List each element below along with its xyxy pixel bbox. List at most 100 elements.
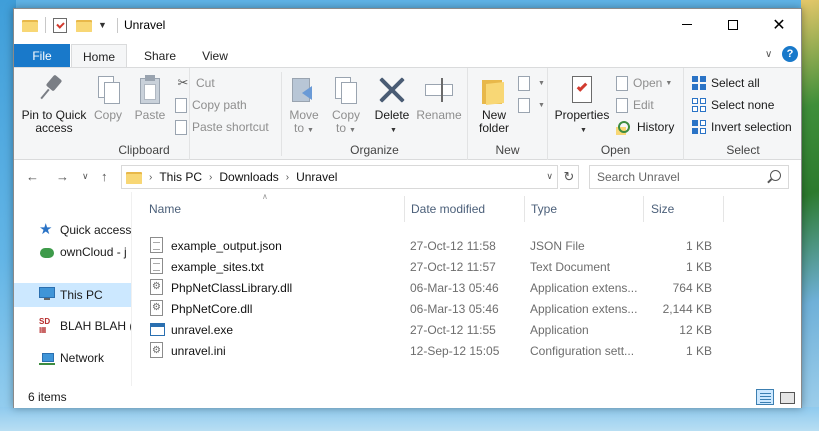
paste-shortcut-button[interactable]: Paste shortcut [175, 117, 269, 137]
column-separator[interactable] [404, 196, 405, 222]
up-arrow-icon[interactable]: ↑ [101, 169, 108, 184]
breadcrumb-unravel[interactable]: Unravel [296, 170, 337, 184]
explorer-window: ▼ Unravel ✕ File Home Share View ∨ ? Pin… [13, 8, 802, 408]
column-header-size[interactable]: Size [651, 202, 674, 216]
select-all-button[interactable]: Select all [692, 73, 760, 93]
network-icon [39, 350, 55, 366]
breadcrumb-chevron-icon[interactable]: › [149, 172, 152, 183]
column-header-date-modified[interactable]: Date modified [411, 202, 485, 216]
table-row[interactable]: PhpNetCore.dll 06-Mar-13 05:46 Applicati… [148, 298, 712, 319]
back-arrow-icon[interactable]: ← [26, 169, 39, 184]
copy-path-button[interactable]: Copy path [175, 95, 247, 115]
move-to-label-line2: to [294, 121, 305, 135]
move-to-button[interactable]: Move to ▼ [286, 70, 322, 137]
delete-button[interactable]: Delete ▼ [372, 70, 412, 137]
nav-item-network[interactable]: Network [14, 347, 131, 369]
column-separator[interactable] [643, 196, 644, 222]
file-name: PhpNetClassLibrary.dll [171, 281, 293, 295]
select-group-label: Select [726, 143, 760, 157]
history-button[interactable]: History [616, 117, 674, 137]
new-item-button[interactable]: ▼ [518, 73, 545, 93]
desktop-background-right [801, 0, 819, 431]
cut-button[interactable]: ✂ Cut [175, 73, 215, 93]
refresh-icon[interactable]: ↻ [560, 165, 579, 189]
delete-label: Delete [374, 108, 410, 122]
paste-shortcut-icon [175, 119, 187, 135]
exe-file-icon [150, 323, 165, 336]
copy-button[interactable]: Copy [90, 70, 126, 122]
file-date: 27-Oct-12 11:58 [410, 239, 496, 253]
copy-to-button[interactable]: Copy to ▼ [328, 70, 364, 137]
invert-selection-button[interactable]: Invert selection [692, 117, 792, 137]
open-button[interactable]: Open ▼ [616, 73, 672, 93]
easy-access-button[interactable]: ▼ [518, 95, 545, 115]
history-icon [616, 119, 632, 135]
file-date: 27-Oct-12 11:55 [410, 323, 496, 337]
new-group-label: New [495, 143, 520, 157]
file-type: Application extens... [530, 302, 638, 316]
close-icon: ✕ [772, 15, 786, 34]
address-history-chevron-icon[interactable]: ∨ [546, 171, 553, 182]
tab-view[interactable]: View [192, 44, 238, 68]
breadcrumb-this-pc[interactable]: This PC [159, 170, 202, 184]
nav-item-blah-blah[interactable]: SD ▦ BLAH BLAH ( [14, 315, 131, 337]
nav-item-owncloud[interactable]: ownCloud - j [14, 241, 131, 263]
edit-button[interactable]: Edit [616, 95, 654, 115]
table-row[interactable]: unravel.ini 12-Sep-12 15:05 Configuratio… [148, 340, 712, 361]
tab-home[interactable]: Home [71, 44, 127, 69]
ribbon-tabs: File Home Share View ∨ ? [14, 40, 801, 69]
tab-share[interactable]: Share [134, 44, 186, 68]
nav-item-this-pc[interactable]: This PC [14, 283, 131, 307]
properties-button[interactable]: Properties ▼ [554, 70, 610, 137]
file-date: 06-Mar-13 05:46 [410, 302, 499, 316]
file-name: unravel.exe [171, 323, 234, 337]
file-type: JSON File [530, 239, 585, 253]
breadcrumb-chevron-icon[interactable]: › [209, 172, 212, 183]
column-separator[interactable] [524, 196, 525, 222]
help-icon[interactable]: ? [782, 46, 798, 62]
maximize-button[interactable] [710, 9, 756, 40]
breadcrumb-chevron-icon[interactable]: › [286, 172, 289, 183]
pin-to-quick-access-button[interactable]: Pin to Quick access [18, 70, 90, 135]
forward-arrow-icon[interactable]: → [56, 169, 69, 184]
tab-file[interactable]: File [14, 44, 70, 68]
file-list: ∧ Name Date modified Type Size example_o… [132, 192, 801, 386]
file-size: 764 KB [672, 281, 712, 295]
select-all-icon [692, 76, 706, 90]
delete-x-icon [376, 74, 408, 106]
new-group: New folder ▼ ▼ New [468, 68, 548, 160]
recent-locations-chevron-icon[interactable]: ∨ [82, 171, 89, 182]
column-header-name[interactable]: Name [149, 202, 181, 216]
new-folder-button[interactable]: New folder [472, 70, 516, 135]
table-row[interactable]: unravel.exe 27-Oct-12 11:55 Application … [148, 319, 712, 340]
rename-button[interactable]: Rename [416, 70, 462, 122]
minimize-button[interactable] [664, 9, 710, 40]
status-bar: 6 items [14, 386, 801, 408]
customize-toolbar-chevron-icon[interactable]: ▼ [98, 20, 107, 30]
column-separator[interactable] [723, 196, 724, 222]
column-header-type[interactable]: Type [531, 202, 557, 216]
collapse-ribbon-chevron-icon[interactable]: ∨ [765, 49, 772, 60]
table-row[interactable]: example_output.json 27-Oct-12 11:58 JSON… [148, 235, 712, 256]
details-view-icon[interactable] [756, 389, 774, 405]
new-item-dropdown-icon: ▼ [538, 79, 545, 87]
rename-label: Rename [416, 108, 462, 122]
history-label: History [637, 120, 675, 134]
paste-button[interactable]: Paste [130, 70, 170, 122]
large-icons-view-icon[interactable] [778, 389, 796, 405]
open-label: Open [633, 76, 663, 90]
nav-item-quick-access[interactable]: ★ Quick access [14, 219, 131, 241]
table-row[interactable]: PhpNetClassLibrary.dll 06-Mar-13 05:46 A… [148, 277, 712, 298]
address-bar[interactable]: › This PC › Downloads › Unravel ∨ [121, 165, 558, 189]
breadcrumb-downloads[interactable]: Downloads [219, 170, 278, 184]
select-none-button[interactable]: Select none [692, 95, 774, 115]
delete-dropdown-icon: ▼ [390, 127, 397, 134]
close-button[interactable]: ✕ [756, 9, 802, 40]
properties-icon[interactable] [53, 17, 67, 33]
new-folder-icon[interactable] [76, 19, 92, 32]
nav-item-label: BLAH BLAH ( [60, 319, 131, 333]
file-date: 27-Oct-12 11:57 [410, 260, 496, 274]
table-row[interactable]: example_sites.txt 27-Oct-12 11:57 Text D… [148, 256, 712, 277]
search-input[interactable] [590, 166, 760, 188]
search-box[interactable] [589, 165, 789, 189]
